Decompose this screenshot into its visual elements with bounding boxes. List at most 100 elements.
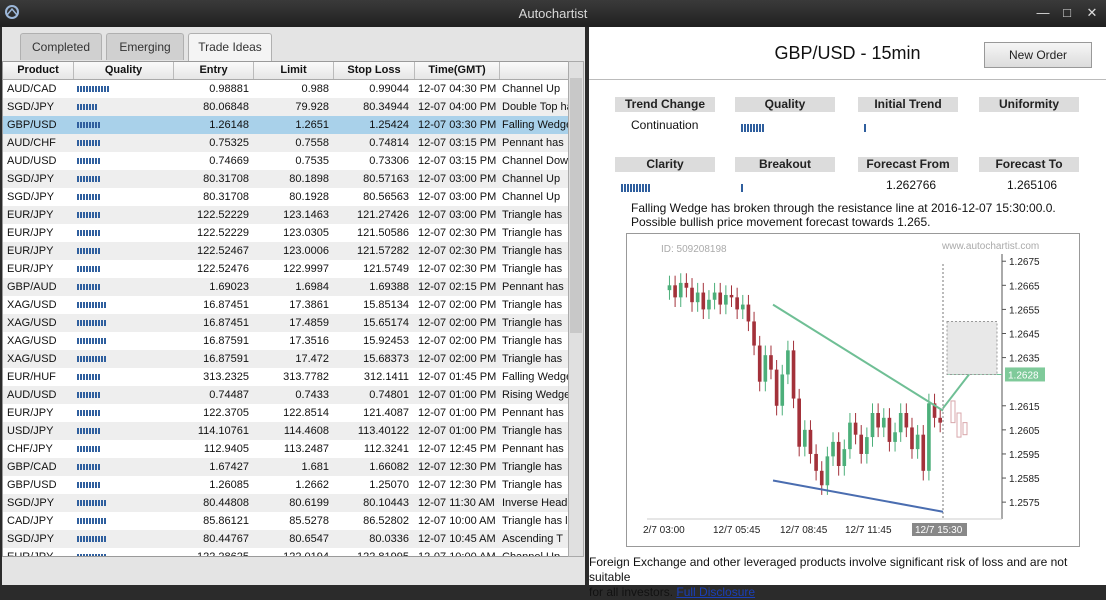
table-row[interactable]: XAG/USD 16.87451 17.3861 15.85134 12-07 02:0… <box>3 296 568 314</box>
table-row[interactable]: XAG/USD 16.87591 17.3516 15.92453 12-07 02:0… <box>3 332 568 350</box>
candle <box>757 345 762 382</box>
cell-product: GBP/USD <box>7 119 57 131</box>
candle <box>938 417 942 423</box>
table-row[interactable]: AUD/CHF 0.75325 0.7558 0.74814 12-07 03:15 P… <box>3 134 568 152</box>
candle <box>791 350 796 399</box>
table-row[interactable]: EUR/JPY 122.52476 122.9997 121.5749 12-07 02… <box>3 260 568 278</box>
projected-candle <box>956 412 962 438</box>
cell-quality <box>77 134 167 152</box>
table-row[interactable]: AUD/USD 0.74487 0.7433 0.74801 12-07 01:00 P… <box>3 386 568 404</box>
cell-entry: 80.44767 <box>203 533 249 545</box>
table-row[interactable]: EUR/JPY 122.52467 123.0006 121.57282 12-07 0… <box>3 242 568 260</box>
quality-bar <box>77 338 106 345</box>
cell-pattern: Triangle has <box>502 335 563 347</box>
tab-completed[interactable]: Completed <box>20 33 102 60</box>
cell-entry: 16.87591 <box>203 335 249 347</box>
table-row[interactable]: EUR/JPY 122.3705 122.8514 121.4087 12-07 01:… <box>3 404 568 422</box>
table-row[interactable]: CAD/JPY 85.86121 85.5278 86.52802 12-07 10:0… <box>3 512 568 530</box>
cell-pattern: Channel Up <box>502 191 561 203</box>
table-row[interactable]: EUR/HUF 313.2325 313.7782 312.1411 12-07 01:… <box>3 368 568 386</box>
tab-trade-ideas[interactable]: Trade Ideas <box>188 33 272 61</box>
cell-pattern: Triangle has l <box>502 515 568 527</box>
full-disclosure-link[interactable]: Full Disclosure <box>676 585 755 599</box>
table-row[interactable]: XAG/USD 16.87451 17.4859 15.65174 12-07 02:0… <box>3 314 568 332</box>
column-header-time[interactable]: Time(GMT) <box>415 62 500 79</box>
cell-stop-loss: 112.3241 <box>363 443 409 455</box>
cell-pattern: Triangle has <box>502 245 563 257</box>
projected-candle <box>950 400 956 424</box>
table-row[interactable]: EUR/JPY 122.52229 123.1463 121.27426 12-07 0… <box>3 206 568 224</box>
cell-product: XAG/USD <box>7 335 57 347</box>
column-header-product[interactable]: Product <box>3 62 74 79</box>
cell-product: XAG/USD <box>7 299 57 311</box>
cell-quality <box>77 206 167 224</box>
cell-pattern: Triangle has <box>502 461 563 473</box>
cell-time: 12-07 01:00 PM <box>418 407 497 419</box>
cell-limit: 123.1463 <box>283 209 329 221</box>
quality-bar <box>77 500 106 507</box>
minimize-button[interactable]: — <box>1034 4 1052 22</box>
y-tick-label: 1.2585 <box>1009 474 1040 485</box>
candle <box>724 294 728 305</box>
table-row[interactable]: EUR/JPY 122.52229 123.0305 121.50586 12-07 0… <box>3 224 568 242</box>
table-row[interactable]: AUD/CAD 0.98881 0.988 0.99044 12-07 04:30 PM… <box>3 80 568 98</box>
cell-product: CHF/JPY <box>7 443 53 455</box>
cell-limit: 114.4608 <box>283 425 329 437</box>
cell-time: 12-07 10:00 AM <box>418 515 496 527</box>
column-header-stop-loss[interactable]: Stop Loss <box>334 62 415 79</box>
cell-stop-loss: 0.73306 <box>369 155 409 167</box>
pattern-detail-panel: GBP/USD - 15min New Order Trend Change Q… <box>589 27 1106 599</box>
cell-entry: 0.74487 <box>209 389 249 401</box>
metric-label-initial-trend: Initial Trend <box>858 97 958 112</box>
table-row[interactable]: SGD/JPY 80.44808 80.6199 80.10443 12-07 11:3… <box>3 494 568 512</box>
vertical-scrollbar-thumb[interactable] <box>570 78 582 333</box>
cell-product: EUR/JPY <box>7 245 54 257</box>
cell-time: 12-07 02:00 PM <box>418 299 497 311</box>
close-button[interactable]: ✕ <box>1083 4 1101 22</box>
table-row[interactable]: CHF/JPY 112.9405 113.2487 112.3241 12-07 12:… <box>3 440 568 458</box>
quality-bar <box>77 518 106 525</box>
column-header-pattern[interactable] <box>500 62 568 79</box>
cell-stop-loss: 121.4087 <box>363 407 409 419</box>
price-chart: ID: 509208198 www.autochartist.com 1.2675 1… <box>626 233 1080 547</box>
new-order-button[interactable]: New Order <box>984 42 1092 68</box>
table-row[interactable]: GBP/AUD 1.69023 1.6984 1.69388 12-07 02:15 P… <box>3 278 568 296</box>
metric-bar-quality <box>741 121 781 135</box>
table-row[interactable]: GBP/USD 1.26148 1.2651 1.25424 12-07 03:30 P… <box>3 116 568 134</box>
table-row[interactable]: SGD/JPY 80.31708 80.1928 80.56563 12-07 03:0… <box>3 188 568 206</box>
table-row[interactable]: SGD/JPY 80.44767 80.6547 80.0336 12-07 10:45… <box>3 530 568 548</box>
table-row[interactable]: EUR/JPY 122.28625 122.0194 122.81995 12-07 1… <box>3 548 568 556</box>
table-row[interactable]: USD/JPY 114.10761 114.4608 113.40122 12-07 0… <box>3 422 568 440</box>
cell-quality <box>77 386 167 404</box>
cell-pattern: Triangle has <box>502 263 563 275</box>
table-row[interactable]: SGD/JPY 80.06848 79.928 80.34944 12-07 04:00… <box>3 98 568 116</box>
risk-disclaimer: Foreign Exchange and other leveraged pro… <box>589 555 1106 600</box>
description-line-1: Falling Wedge has broken through the res… <box>631 201 1056 215</box>
table-row[interactable]: GBP/CAD 1.67427 1.681 1.66082 12-07 12:30 PM… <box>3 458 568 476</box>
column-header-entry[interactable]: Entry <box>174 62 254 79</box>
table-row[interactable]: GBP/USD 1.26085 1.2662 1.25070 12-07 12:30 P… <box>3 476 568 494</box>
cell-stop-loss: 0.74814 <box>369 137 409 149</box>
column-header-quality[interactable]: Quality <box>74 62 174 79</box>
table-row[interactable]: XAG/USD 16.87591 17.472 15.68373 12-07 02:00… <box>3 350 568 368</box>
cell-entry: 313.2325 <box>203 371 249 383</box>
cell-limit: 123.0305 <box>283 227 329 239</box>
column-header-limit[interactable]: Limit <box>254 62 334 79</box>
quality-bar <box>77 320 106 327</box>
cell-time: 12-07 01:00 PM <box>418 425 497 437</box>
trade-ideas-table: Product Quality Entry Limit Stop Loss Ti… <box>2 61 569 557</box>
table-row[interactable]: AUD/USD 0.74669 0.7535 0.73306 12-07 03:15 P… <box>3 152 568 170</box>
cell-quality <box>77 440 167 458</box>
trade-ideas-panel: Completed Emerging Trade Ideas Product Q… <box>2 27 585 585</box>
table-row[interactable]: SGD/JPY 80.31708 80.1898 80.57163 12-07 03:0… <box>3 170 568 188</box>
cell-quality <box>77 530 167 548</box>
y-tick-label: 1.2655 <box>1009 305 1040 316</box>
cell-stop-loss: 121.27426 <box>357 209 409 221</box>
cell-quality <box>77 314 167 332</box>
tab-emerging[interactable]: Emerging <box>106 33 184 60</box>
cell-product: XAG/USD <box>7 317 57 329</box>
vertical-scrollbar[interactable] <box>568 61 584 557</box>
cell-product: SGD/JPY <box>7 533 55 545</box>
maximize-button[interactable]: □ <box>1058 4 1076 22</box>
cell-limit: 80.1898 <box>289 173 329 185</box>
